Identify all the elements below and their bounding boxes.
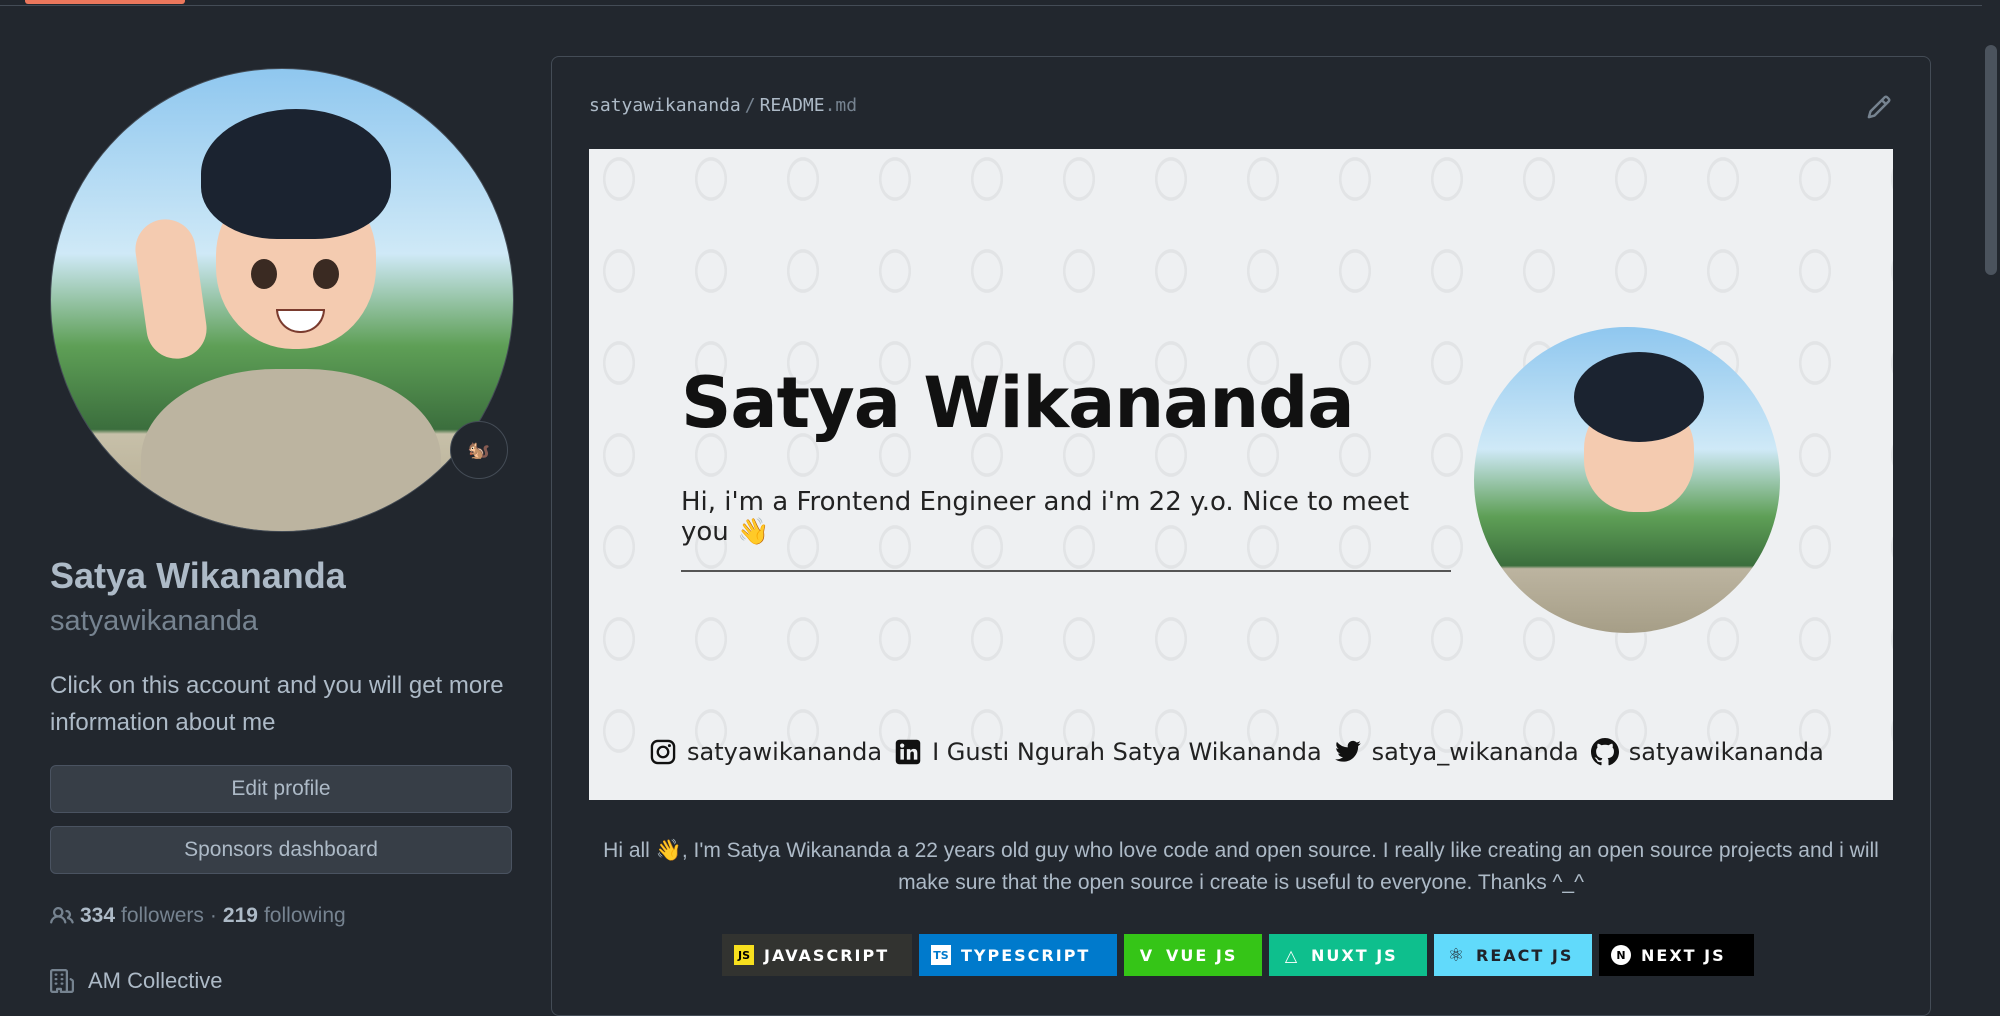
tech-badges: JS JAVASCRIPT TS TYPESCRIPT V VUE JS △ NUXT … <box>722 934 1754 976</box>
follow-stats: 334 followers · 219 following <box>50 904 346 928</box>
banner-avatar <box>1474 327 1780 633</box>
social-github[interactable]: satyawikananda <box>1590 738 1824 766</box>
following-link[interactable]: 219 following <box>223 904 346 928</box>
profile-avatar[interactable] <box>50 68 514 532</box>
pencil-icon[interactable] <box>1866 94 1892 120</box>
status-emoji-button[interactable]: 🐿️ <box>450 421 508 479</box>
readme-breadcrumb: satyawikananda / README.md <box>589 95 858 116</box>
building-icon <box>50 969 74 993</box>
squirrel-icon: 🐿️ <box>467 439 491 460</box>
banner-divider <box>681 570 1451 572</box>
typescript-icon: TS <box>931 945 951 965</box>
banner-intro: Hi, i'm a Frontend Engineer and i'm 22 y… <box>681 487 1410 547</box>
badge-typescript[interactable]: TS TYPESCRIPT <box>919 934 1117 976</box>
scrollbar-thumb[interactable] <box>1985 45 1997 275</box>
readme-banner: Satya Wikananda Hi, i'm a Frontend Engin… <box>589 149 1893 800</box>
readme-owner-link[interactable]: satyawikananda <box>589 95 741 116</box>
react-icon: ⚛ <box>1447 944 1465 966</box>
badge-javascript[interactable]: JS JAVASCRIPT <box>722 934 912 976</box>
github-icon <box>1590 738 1619 766</box>
badge-nuxtjs[interactable]: △ NUXT JS <box>1269 934 1427 976</box>
profile-bio: Click on this account and you will get m… <box>50 672 504 736</box>
organization: AM Collective <box>50 968 222 994</box>
top-nav-bar <box>0 0 1982 6</box>
social-linkedin[interactable]: I Gusti Ngurah Satya Wikananda <box>894 738 1322 766</box>
javascript-icon: JS <box>734 945 754 965</box>
banner-socials: satyawikananda I Gusti Ngurah Satya Wika… <box>649 738 1824 766</box>
readme-intro-text: Hi all 👋, I'm Satya Wikananda a 22 years… <box>603 839 1879 894</box>
organization-name: AM Collective <box>88 968 223 993</box>
next-icon: N <box>1611 945 1631 965</box>
avatar-image <box>50 68 514 532</box>
social-twitter[interactable]: satya_wikananda <box>1334 738 1579 766</box>
nuxt-icon: △ <box>1284 945 1298 965</box>
sponsors-dashboard-button[interactable]: Sponsors dashboard <box>50 826 512 874</box>
profile-name: Satya Wikananda <box>50 555 346 596</box>
badge-nextjs[interactable]: N NEXT JS <box>1599 934 1754 976</box>
profile-login: satyawikananda <box>50 605 258 637</box>
followers-link[interactable]: 334 followers <box>80 904 204 928</box>
badge-reactjs[interactable]: ⚛ REACT JS <box>1434 934 1592 976</box>
banner-name: Satya Wikananda <box>681 362 1355 444</box>
active-tab-indicator <box>25 0 185 4</box>
social-instagram[interactable]: satyawikananda <box>649 738 882 766</box>
readme-file-link[interactable]: README.md <box>760 95 858 116</box>
instagram-icon <box>650 739 676 765</box>
edit-profile-button[interactable]: Edit profile <box>50 765 512 813</box>
badge-vuejs[interactable]: V VUE JS <box>1124 934 1262 976</box>
twitter-icon <box>1334 740 1361 762</box>
vue-icon: V <box>1139 945 1153 965</box>
linkedin-icon <box>895 739 921 765</box>
people-icon <box>50 906 74 924</box>
